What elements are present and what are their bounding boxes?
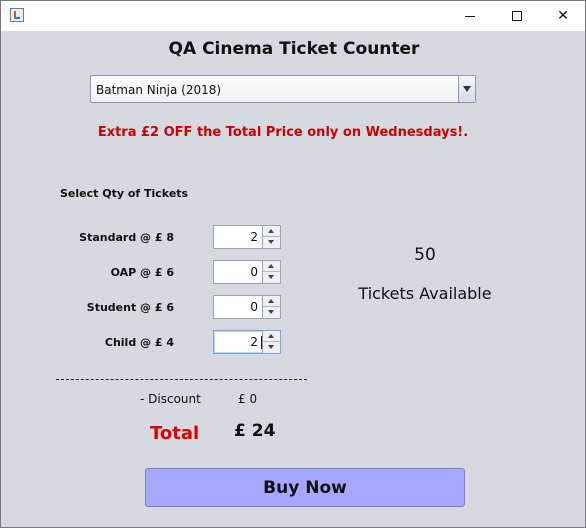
- decrement-arrow-icon[interactable]: [263, 307, 280, 318]
- spinner-buttons: [262, 261, 280, 283]
- tickets-available-label: Tickets Available: [358, 284, 492, 303]
- student-ticket-label: Student @ £ 6: [86, 301, 174, 314]
- tickets-available-count: 50: [414, 245, 436, 265]
- minimize-icon: [465, 15, 475, 17]
- total-label: Total: [150, 423, 200, 444]
- child-qty-value[interactable]: 2: [214, 331, 262, 353]
- child-ticket-label: Child @ £ 4: [104, 336, 174, 349]
- decrement-arrow-icon[interactable]: [263, 237, 280, 248]
- qty-heading: Select Qty of Tickets: [60, 187, 189, 200]
- close-button[interactable]: ✕: [540, 1, 586, 31]
- minimize-button[interactable]: [447, 1, 493, 31]
- page-title: QA Cinema Ticket Counter: [168, 39, 420, 59]
- divider: [56, 379, 307, 380]
- oap-qty-value[interactable]: 0: [214, 261, 262, 283]
- spinner-buttons: [262, 331, 280, 353]
- increment-arrow-icon[interactable]: [263, 331, 280, 342]
- spinner-buttons: [262, 296, 280, 318]
- decrement-arrow-icon[interactable]: [263, 342, 280, 353]
- buy-now-button[interactable]: Buy Now: [145, 468, 465, 507]
- student-qty-spinner[interactable]: 0: [213, 295, 281, 319]
- decrement-arrow-icon[interactable]: [263, 272, 280, 283]
- maximize-icon: [512, 11, 522, 21]
- standard-qty-value[interactable]: 2: [214, 226, 262, 248]
- student-qty-value[interactable]: 0: [214, 296, 262, 318]
- oap-ticket-label: OAP @ £ 6: [110, 266, 174, 279]
- maximize-button[interactable]: [494, 1, 540, 31]
- increment-arrow-icon[interactable]: [263, 296, 280, 307]
- title-bar: ✕: [1, 1, 585, 31]
- chevron-down-icon[interactable]: [458, 76, 475, 102]
- discount-label: - Discount: [140, 392, 201, 406]
- java-app-icon: [10, 8, 24, 22]
- promo-banner: Extra £2 OFF the Total Price only on Wed…: [97, 125, 469, 140]
- total-value: £ 24: [234, 421, 276, 441]
- spinner-buttons: [262, 226, 280, 248]
- app-window: ✕ QA Cinema Ticket Counter Batman Ninja …: [0, 0, 586, 528]
- standard-ticket-label: Standard @ £ 8: [79, 231, 174, 244]
- discount-value: £ 0: [238, 392, 258, 406]
- oap-qty-spinner[interactable]: 0: [213, 260, 281, 284]
- movie-select[interactable]: Batman Ninja (2018): [90, 75, 476, 103]
- movie-select-value: Batman Ninja (2018): [96, 83, 222, 97]
- close-icon: ✕: [557, 8, 569, 24]
- standard-qty-spinner[interactable]: 2: [213, 225, 281, 249]
- increment-arrow-icon[interactable]: [263, 261, 280, 272]
- increment-arrow-icon[interactable]: [263, 226, 280, 237]
- child-qty-spinner[interactable]: 2: [213, 330, 281, 354]
